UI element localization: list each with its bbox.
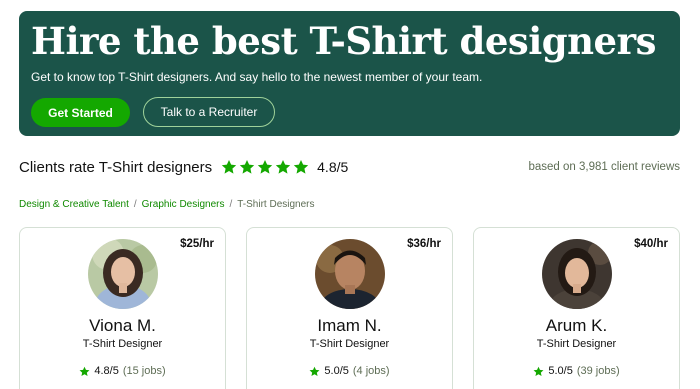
rating-score: 4.8/5: [94, 365, 119, 377]
freelancer-card[interactable]: $36/hr Imam N. T-Shirt Designer 5.0/5 (4…: [246, 227, 453, 389]
star-icon: [309, 366, 320, 376]
star-icon: [293, 160, 309, 174]
star-icon: [533, 366, 544, 376]
rating-value: 4.8/5: [317, 159, 349, 175]
rating-label: Clients rate T-Shirt designers: [19, 158, 213, 176]
breadcrumb-current: T-Shirt Designers: [237, 199, 315, 210]
freelancer-rating: 4.8/5 (15 jobs): [20, 365, 225, 377]
freelancer-rating: 5.0/5 (4 jobs): [247, 365, 452, 377]
rating-score: 5.0/5: [324, 365, 349, 377]
star-icon: [257, 160, 273, 174]
jobs-count: (15 jobs): [122, 365, 166, 377]
breadcrumb-separator: /: [229, 199, 233, 210]
avatar: [542, 239, 612, 309]
freelancer-name[interactable]: Viona M.: [20, 316, 225, 336]
breadcrumb-graphic-designers[interactable]: Graphic Designers: [142, 199, 225, 210]
review-count: based on 3,981 client reviews: [528, 161, 680, 173]
star-icon: [239, 160, 255, 174]
avatar: [88, 239, 158, 309]
freelancer-title: T-Shirt Designer: [309, 338, 390, 350]
client-rating: Clients rate T-Shirt designers 4.8/5: [19, 155, 348, 179]
hero-banner: Hire the best T-Shirt designers Get to k…: [19, 11, 680, 136]
freelancer-title: T-Shirt Designer: [536, 338, 617, 350]
avatar: [315, 239, 385, 309]
jobs-count: (4 jobs): [352, 365, 390, 377]
freelancer-name[interactable]: Arum K.: [474, 316, 679, 336]
breadcrumb: Design & Creative Talent / Graphic Designe…: [19, 199, 315, 210]
get-started-button[interactable]: Get Started: [31, 98, 130, 127]
hourly-rate: $36/hr: [407, 238, 441, 250]
star-icon: [221, 160, 237, 174]
breadcrumb-separator: /: [133, 199, 137, 210]
hero-subtitle: Get to know top T-Shirt designers. And s…: [31, 70, 483, 84]
hourly-rate: $25/hr: [180, 238, 214, 250]
freelancer-name[interactable]: Imam N.: [247, 316, 452, 336]
freelancer-card[interactable]: $25/hr Viona M. T-Shirt Designer 4.8/5 (…: [19, 227, 226, 389]
breadcrumb-design-creative[interactable]: Design & Creative Talent: [19, 199, 129, 210]
freelancer-card[interactable]: $40/hr Arum K. T-Shirt Designer 5.0/5 (3…: [473, 227, 680, 389]
talk-to-recruiter-button[interactable]: Talk to a Recruiter: [143, 97, 275, 127]
freelancer-title: T-Shirt Designer: [82, 338, 163, 350]
hero-title: Hire the best T-Shirt designers: [31, 19, 656, 63]
star-icon: [79, 366, 90, 376]
star-icon: [275, 160, 291, 174]
rating-stars: [221, 159, 309, 175]
rating-score: 5.0/5: [548, 365, 573, 377]
jobs-count: (39 jobs): [576, 365, 620, 377]
freelancer-rating: 5.0/5 (39 jobs): [474, 365, 679, 377]
hourly-rate: $40/hr: [634, 238, 668, 250]
